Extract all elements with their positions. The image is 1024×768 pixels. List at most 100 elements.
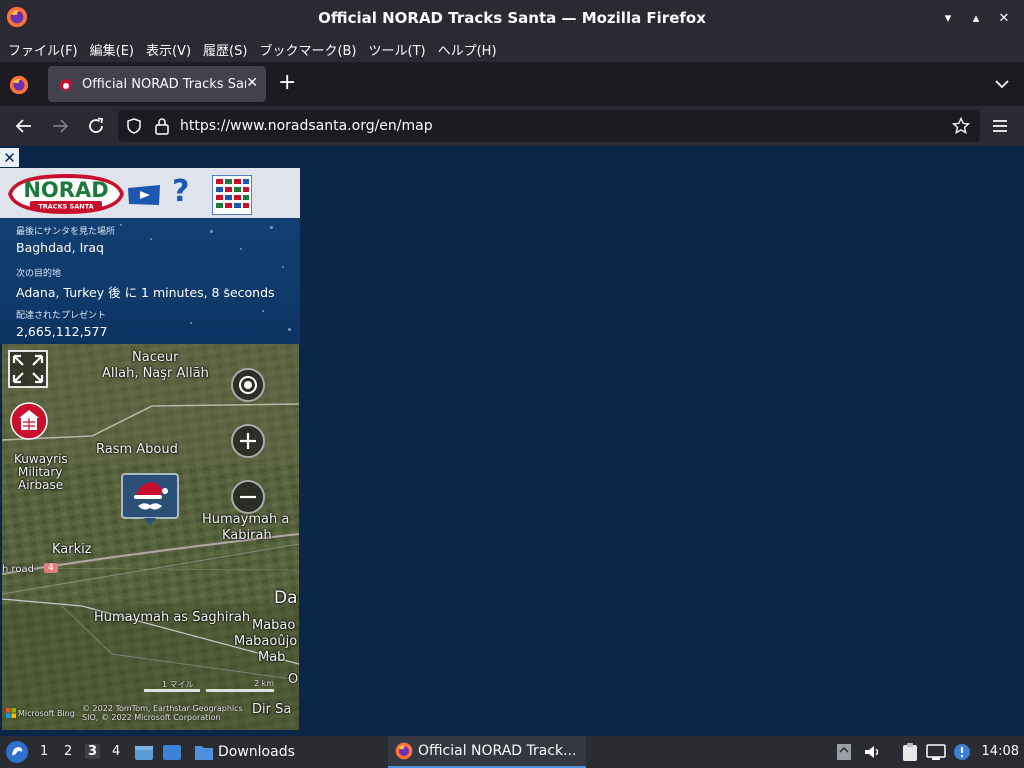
snowflake [288,328,291,331]
reload-icon [89,117,104,133]
map-label: O [288,672,299,687]
santa-tracker-panel: NORAD TRACKS SANTA ? 最後にサンタを見た場所 Baghdad… [0,168,300,730]
show-desktop-icon[interactable] [162,742,182,762]
help-icon[interactable]: ? [172,174,189,209]
updates-icon[interactable] [952,742,972,762]
tracker-info: 最後にサンタを見た場所 Baghdad, Iraq 次の目的地 Adana, T… [0,218,300,344]
gifts-value: 2,665,112,577 [16,324,108,339]
zoom-out-button[interactable] [231,480,265,514]
scale-bar-km [206,689,274,692]
new-tab-button[interactable]: + [278,72,296,94]
clock: 14:08 [981,744,1019,759]
window-title: Official NORAD Tracks Santa — Mozilla Fi… [318,9,706,27]
snowflake [282,266,284,268]
snowflake [120,224,122,226]
tracking-station-icon[interactable] [10,402,48,440]
menu-view[interactable]: 表示(V) [140,40,197,59]
scale-label-mi: 1 マイル [162,680,194,689]
santas-village-icon[interactable] [212,175,252,215]
last-seen-block: 最後にサンタを見た場所 Baghdad, Iraq [16,224,115,255]
taskbar: 1 2 3 4 Downloads Official NORAD Track..… [0,736,1024,768]
zoom-in-button[interactable] [231,424,265,458]
tab-list-chevron-icon[interactable] [992,74,1012,94]
map-label: Da [274,588,298,608]
file-manager-icon[interactable] [134,742,154,762]
next-stop-label: 次の目的地 [16,269,62,279]
map-label: Mab [258,650,286,665]
map-label: Humaymah a [202,512,290,527]
map-label: Kabirah [222,528,272,543]
back-button[interactable] [12,114,36,138]
workspace-2[interactable]: 2 [64,744,72,759]
firefox-task-icon [395,742,413,760]
map-label: Humaymah as Saghirah [94,610,251,625]
tab-close-icon[interactable]: ✕ [246,75,258,91]
snowflake [262,310,264,312]
snowflake [150,238,152,240]
snowflake [240,248,242,250]
map-label: Airbase [18,478,64,492]
tray-arrow-icon[interactable] [834,742,854,762]
logo-subtext: TRACKS SANTA [38,203,93,211]
forward-button[interactable] [48,114,72,138]
menu-edit[interactable]: 編集(E) [84,40,140,59]
bookmark-star-icon[interactable] [952,117,970,135]
norad-logo[interactable]: NORAD TRACKS SANTA [4,170,128,216]
next-stop-block: 次の目的地 Adana, Turkey 後 に 1 minutes, 8 sec… [16,266,275,301]
fullscreen-button[interactable] [8,350,48,388]
snowflake [270,226,273,229]
video-icon[interactable] [126,184,162,206]
start-menu-icon[interactable] [5,740,29,764]
map-label: Rasm Aboud [96,442,178,457]
map-label: Allah, Naşr Allāh [102,366,209,381]
recenter-button[interactable] [231,368,265,402]
title-bar: Official NORAD Tracks Santa — Mozilla Fi… [0,0,1024,36]
url-text[interactable]: https://www.noradsanta.org/en/map [180,118,433,134]
map-label: Naceur [132,350,179,365]
menu-history[interactable]: 履歴(S) [197,40,253,59]
gifts-block: 配達されたプレゼント 2,665,112,577 [16,308,107,339]
panel-header: NORAD TRACKS SANTA ? [0,168,300,218]
reload-button[interactable] [84,114,108,138]
satellite-map[interactable]: Naceur Allah, Naşr Allāh Rasm Aboud Kuwa… [2,344,299,730]
firefox-view-icon[interactable] [8,74,30,96]
scale-label-km: 2 km [254,679,275,688]
tab-title: Official NORAD Tracks Santa [82,76,246,92]
snowflake [210,230,213,233]
volume-icon[interactable] [862,742,882,762]
workspace-4[interactable]: 4 [112,744,120,759]
workspace-3[interactable]: 3 [85,744,101,759]
map-label: Karkiz [52,542,92,557]
menu-file[interactable]: ファイル(F) [2,40,84,59]
downloads-launcher[interactable]: Downloads [194,742,295,762]
menu-help[interactable]: ヘルプ(H) [432,40,503,59]
road-number-badge: 4 [44,563,58,573]
network-icon[interactable] [926,742,946,762]
close-panel-button[interactable]: ✕ [0,148,19,167]
menu-tools[interactable]: ツール(T) [363,40,432,59]
hamburger-menu-icon[interactable] [988,114,1012,138]
clipboard-icon[interactable] [900,742,920,762]
target-icon [239,376,257,394]
menu-bookmarks[interactable]: ブックマーク(B) [253,40,362,59]
url-bar[interactable]: https://www.noradsanta.org/en/map [118,110,980,142]
expand-arrows-icon [12,354,44,384]
maximize-button[interactable]: ▴ [964,6,988,30]
santa-marker-icon[interactable] [120,472,182,530]
next-stop-value: Adana, Turkey 後 に 1 minutes, 8 seconds [16,285,275,300]
nav-bar: https://www.noradsanta.org/en/map [0,106,1024,146]
lock-icon[interactable] [154,117,170,135]
workspace-1[interactable]: 1 [40,744,48,759]
menu-bar: ファイル(F) 編集(E) 表示(V) 履歴(S) ブックマーク(B) ツール(… [0,36,1024,62]
close-window-button[interactable]: ✕ [992,6,1016,30]
gifts-label: 配達されたプレゼント [16,311,107,321]
back-arrow-icon [15,119,31,133]
tab-active[interactable]: Official NORAD Tracks Santa ✕ [48,66,266,102]
shield-icon[interactable] [126,118,142,134]
folder-icon [195,746,213,760]
taskbar-firefox-task[interactable]: Official NORAD Track... [388,736,586,768]
microsoft-logo-icon [6,708,16,718]
page-content: ✕ NORAD TRACKS SANTA ? 最後にサンタを見た場所 Baghd… [0,146,1024,736]
bing-label: Microsoft Bing [18,709,75,718]
minimize-button[interactable]: ▾ [936,6,960,30]
